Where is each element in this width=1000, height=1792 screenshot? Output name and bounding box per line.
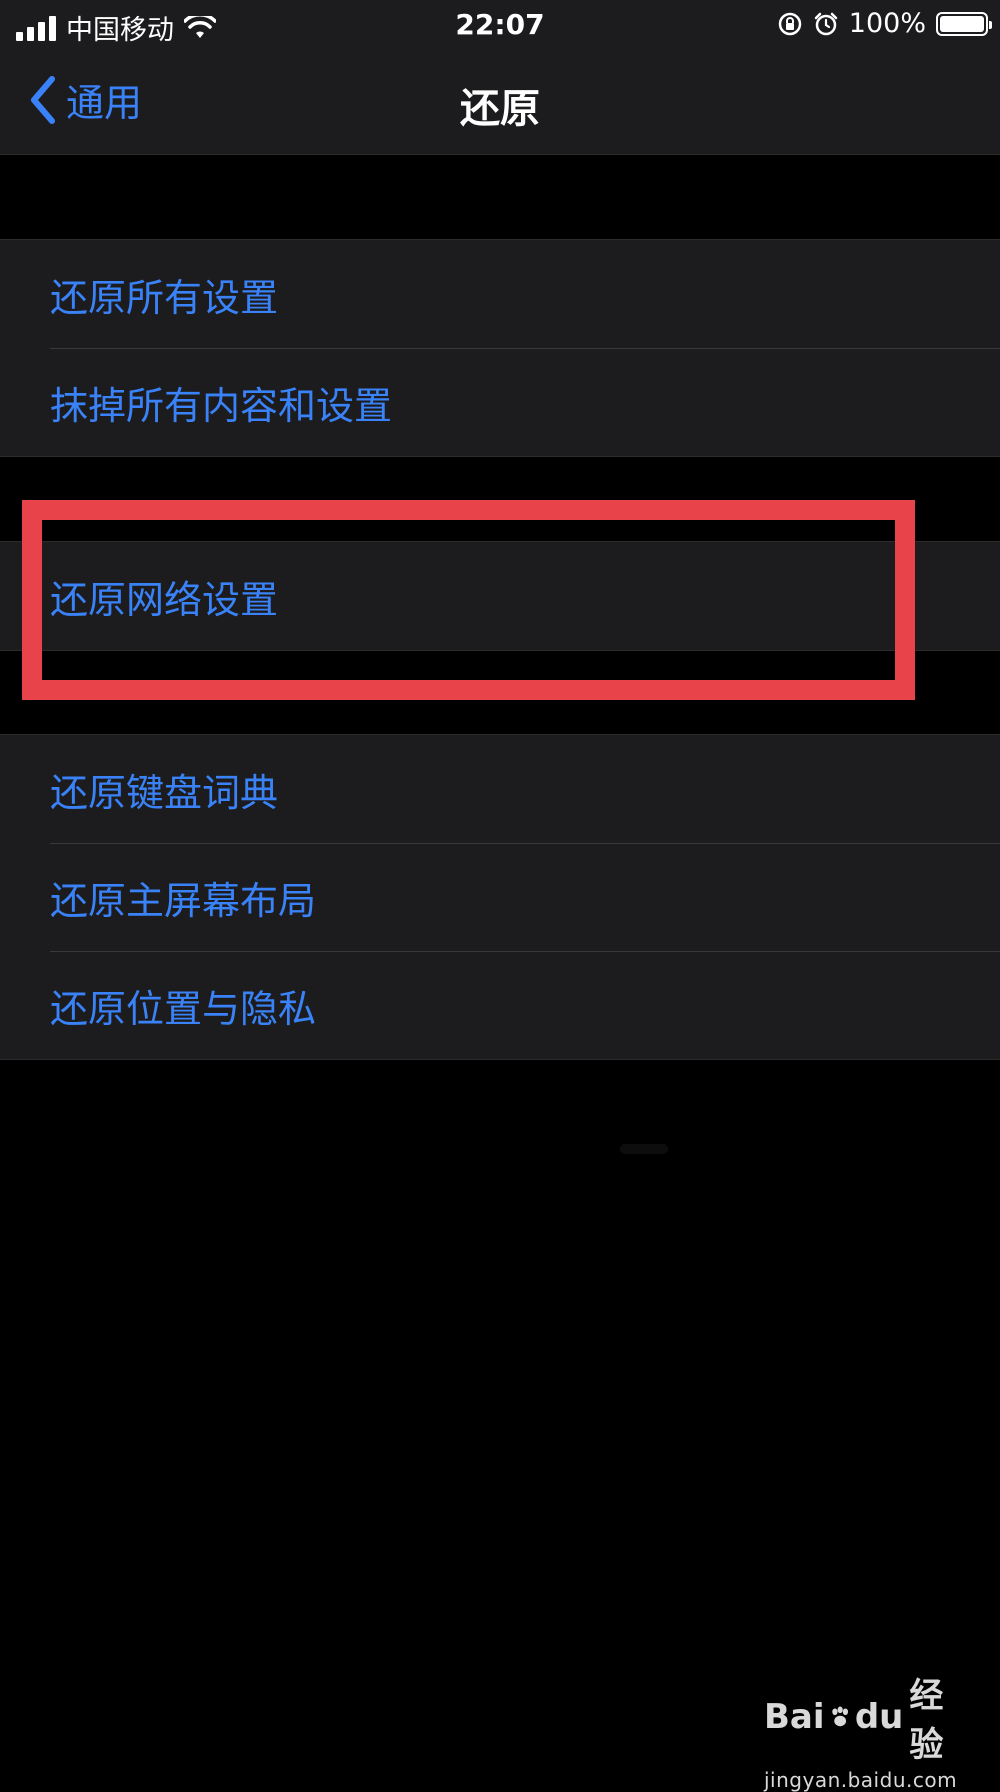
battery-icon [936, 11, 992, 36]
reset-network-settings-row[interactable]: 还原网络设置 [0, 542, 1000, 650]
reset-keyboard-dictionary-row[interactable]: 还原键盘词典 [0, 735, 1000, 843]
reset-location-privacy-row[interactable]: 还原位置与隐私 [0, 951, 1000, 1059]
reset-group-2: 还原网络设置 [0, 541, 1000, 651]
reset-group-1: 还原所有设置 抹掉所有内容和设置 [0, 239, 1000, 457]
erase-all-content-row[interactable]: 抹掉所有内容和设置 [0, 348, 1000, 456]
reset-group-3: 还原键盘词典 还原主屏幕布局 还原位置与隐私 [0, 734, 1000, 1060]
reset-all-settings-row[interactable]: 还原所有设置 [0, 240, 1000, 348]
row-label: 抹掉所有内容和设置 [50, 383, 393, 428]
reset-home-screen-layout-row[interactable]: 还原主屏幕布局 [0, 843, 1000, 951]
orientation-lock-icon [778, 12, 802, 35]
watermark-brand: Bai du 经验 [764, 1668, 954, 1766]
navigation-bar: 通用 还原 [0, 52, 1000, 155]
faint-indicator [620, 1144, 668, 1154]
status-right: 100% [777, 8, 992, 39]
watermark-brand-right: 经验 [909, 1676, 944, 1765]
status-bar: 中国移动 22:07 100% [0, 0, 1000, 52]
row-label: 还原位置与隐私 [50, 986, 317, 1031]
watermark-url: jingyan.baidu.com [764, 1768, 958, 1792]
row-label: 还原键盘词典 [50, 770, 279, 815]
page-title: 还原 [460, 86, 540, 132]
paw-icon [831, 1706, 848, 1727]
battery-percent: 100% [848, 8, 926, 39]
baidu-watermark: Bai du 经验 jingyan.baidu.com [764, 1668, 957, 1792]
row-label: 还原网络设置 [50, 577, 279, 622]
row-label: 还原所有设置 [50, 275, 279, 320]
alarm-icon [814, 12, 838, 35]
watermark-brand-mid: du [854, 1697, 904, 1737]
row-label: 还原主屏幕布局 [50, 878, 317, 923]
watermark-brand-left: Bai [764, 1697, 825, 1737]
